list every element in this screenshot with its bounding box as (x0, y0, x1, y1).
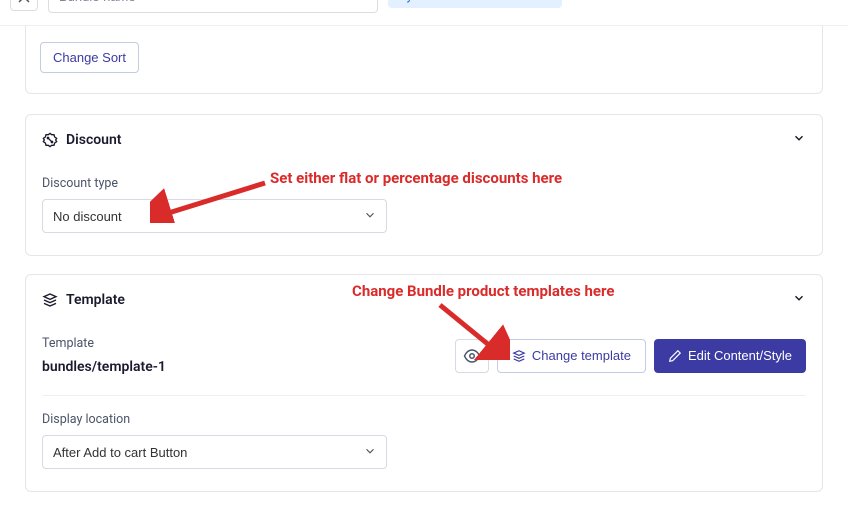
discount-card-header[interactable]: Discount (26, 115, 822, 164)
edit-icon (668, 349, 682, 363)
template-field-label: Template (42, 336, 447, 351)
preview-button[interactable] (455, 339, 489, 373)
divider (42, 395, 806, 396)
discount-type-select[interactable] (42, 199, 387, 233)
discount-icon (42, 132, 58, 148)
bundle-name-input[interactable] (48, 0, 378, 13)
discount-card-body: Discount type (26, 164, 822, 255)
discount-type-select-wrap (42, 199, 387, 233)
edit-content-style-label: Edit Content/Style (688, 348, 792, 363)
template-card-header[interactable]: Template (26, 275, 822, 324)
top-bar: Dynamic Cross-sell Bundle (0, 0, 848, 26)
template-card: Template Template bundles/template-1 Cha… (25, 274, 823, 492)
display-location-select-wrap (42, 435, 387, 469)
template-title: Template (66, 292, 125, 308)
chevron-down-icon (792, 129, 806, 150)
discount-type-label: Discount type (42, 176, 806, 191)
close-button[interactable] (10, 0, 38, 11)
bundle-type-badge: Dynamic Cross-sell Bundle (388, 0, 562, 8)
content-area: Change Sort Discount Discount type (0, 26, 848, 492)
change-template-label: Change template (532, 348, 631, 363)
discount-title: Discount (66, 132, 122, 148)
change-sort-button[interactable]: Change Sort (40, 42, 139, 73)
sort-card-partial: Change Sort (25, 26, 823, 94)
template-value: bundles/template-1 (42, 359, 447, 375)
layers-icon (512, 349, 526, 363)
discount-card: Discount Discount type (25, 114, 823, 256)
display-location-select[interactable] (42, 435, 387, 469)
edit-content-style-button[interactable]: Edit Content/Style (654, 339, 806, 373)
chevron-down-icon (792, 289, 806, 310)
close-icon (18, 0, 30, 3)
change-template-button[interactable]: Change template (497, 339, 646, 373)
eye-icon (463, 347, 481, 365)
template-row: Template bundles/template-1 Change templ… (42, 336, 806, 375)
template-card-body: Template bundles/template-1 Change templ… (26, 324, 822, 491)
display-location-label: Display location (42, 412, 806, 427)
template-icon (42, 292, 58, 308)
